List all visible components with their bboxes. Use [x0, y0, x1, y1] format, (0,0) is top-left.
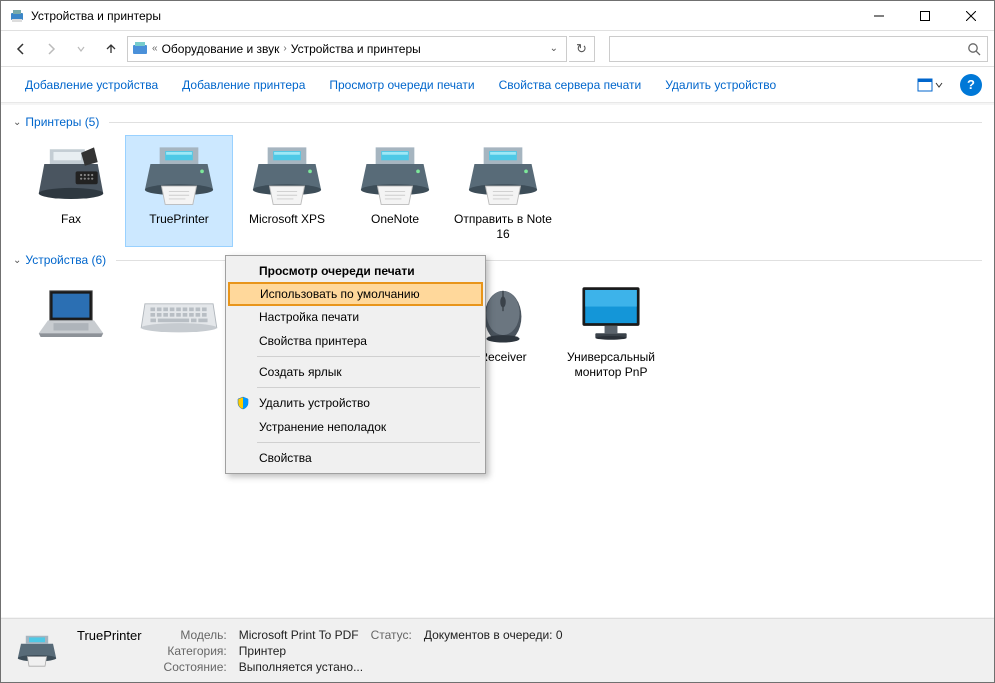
search-box[interactable]	[609, 36, 988, 62]
device-item[interactable]	[125, 273, 233, 385]
close-button[interactable]	[948, 1, 994, 31]
menu-item-view-queue[interactable]: Просмотр очереди печати	[229, 259, 482, 283]
breadcrumb-separator: «	[152, 43, 158, 54]
printer-item[interactable]: OneNote	[341, 135, 449, 247]
printer-icon	[353, 140, 437, 210]
status-status-value: Документов в очереди: 0	[424, 628, 563, 642]
menu-separator	[257, 356, 480, 357]
cmd-add-device[interactable]: Добавление устройства	[13, 67, 170, 103]
breadcrumb-part[interactable]: Оборудование и звук	[162, 42, 280, 56]
printer-icon	[461, 140, 545, 210]
context-menu: Просмотр очереди печати Использовать по …	[225, 255, 486, 474]
maximize-button[interactable]	[902, 1, 948, 31]
device-items: Receiver Универсальный монитор PnP	[11, 273, 984, 385]
content-area: ⌄ Принтеры (5) Fax TruePrinter Microsoft X…	[1, 105, 994, 617]
status-state-label: Состояние:	[164, 660, 227, 674]
chevron-right-icon: ›	[283, 43, 286, 54]
group-label: Устройства (6)	[25, 253, 106, 267]
menu-item-printer-props[interactable]: Свойства принтера	[229, 329, 482, 353]
cmd-add-printer[interactable]: Добавление принтера	[170, 67, 317, 103]
status-bar: TruePrinter Модель: Microsoft Print To P…	[1, 618, 994, 682]
menu-item-troubleshoot[interactable]: Устранение неполадок	[229, 415, 482, 439]
window-title: Устройства и принтеры	[31, 9, 856, 23]
shield-icon	[235, 395, 251, 411]
item-label: Отправить в Note 16	[454, 212, 552, 242]
menu-item-remove-device[interactable]: Удалить устройство	[229, 391, 482, 415]
menu-item-properties[interactable]: Свойства	[229, 446, 482, 470]
item-label: OneNote	[371, 212, 419, 227]
status-model-value: Microsoft Print To PDF	[239, 628, 359, 642]
printer-item[interactable]: TruePrinter	[125, 135, 233, 247]
printer-icon	[13, 630, 61, 672]
printer-item[interactable]: Microsoft XPS	[233, 135, 341, 247]
address-dropdown[interactable]: ⌄	[546, 43, 562, 54]
status-category-label: Категория:	[164, 644, 227, 658]
minimize-button[interactable]	[856, 1, 902, 31]
chevron-down-icon: ⌄	[13, 255, 21, 266]
group-header-printers[interactable]: ⌄ Принтеры (5)	[11, 109, 984, 135]
item-label: Универсальный монитор PnP	[562, 350, 660, 380]
printer-items: Fax TruePrinter Microsoft XPS OneNote Отправ…	[11, 135, 984, 247]
chevron-down-icon: ⌄	[13, 117, 21, 128]
status-model-label: Модель:	[164, 628, 227, 642]
monitor-icon	[569, 278, 653, 348]
search-input[interactable]	[616, 42, 967, 56]
forward-button[interactable]	[37, 35, 65, 63]
printer-item[interactable]: Fax	[17, 135, 125, 247]
item-label: Microsoft XPS	[249, 212, 325, 227]
titlebar: Устройства и принтеры	[1, 1, 994, 31]
status-name: TruePrinter	[77, 628, 152, 643]
up-button[interactable]	[97, 35, 125, 63]
menu-item-set-default[interactable]: Использовать по умолчанию	[228, 282, 483, 306]
keyboard-icon	[137, 278, 221, 348]
cmd-view-queue[interactable]: Просмотр очереди печати	[317, 67, 486, 103]
breadcrumb-part[interactable]: Устройства и принтеры	[291, 42, 421, 56]
status-category-value: Принтер	[239, 644, 563, 658]
item-label: Receiver	[479, 350, 526, 365]
menu-separator	[257, 442, 480, 443]
status-info: TruePrinter Модель: Microsoft Print To P…	[77, 628, 563, 674]
menu-separator	[257, 387, 480, 388]
printer-icon	[137, 140, 221, 210]
item-label: TruePrinter	[149, 212, 209, 227]
devices-and-printers-icon	[9, 8, 25, 24]
group-label: Принтеры (5)	[25, 115, 99, 129]
menu-item-create-shortcut[interactable]: Создать ярлык	[229, 360, 482, 384]
item-label: Fax	[61, 212, 81, 227]
printer-item[interactable]: Отправить в Note 16	[449, 135, 557, 247]
command-bar: Добавление устройства Добавление принтер…	[1, 67, 994, 103]
search-icon[interactable]	[967, 42, 981, 56]
printer-icon	[245, 140, 329, 210]
laptop-icon	[29, 278, 113, 348]
status-state-value: Выполняется устано...	[239, 660, 563, 674]
view-mode-button[interactable]	[910, 71, 950, 99]
cmd-remove-device[interactable]: Удалить устройство	[653, 67, 788, 103]
help-button[interactable]: ?	[960, 74, 982, 96]
cmd-server-props[interactable]: Свойства сервера печати	[487, 67, 654, 103]
device-item[interactable]	[17, 273, 125, 385]
fax-icon	[29, 140, 113, 210]
recent-dropdown[interactable]	[67, 35, 95, 63]
group-header-devices[interactable]: ⌄ Устройства (6)	[11, 247, 984, 273]
menu-item-print-prefs[interactable]: Настройка печати	[229, 305, 482, 329]
refresh-button[interactable]: ↻	[569, 36, 595, 62]
navbar: « Оборудование и звук › Устройства и при…	[1, 31, 994, 67]
device-item[interactable]: Универсальный монитор PnP	[557, 273, 665, 385]
back-button[interactable]	[7, 35, 35, 63]
status-status-label: Статус:	[371, 628, 412, 642]
address-bar[interactable]: « Оборудование и звук › Устройства и при…	[127, 36, 567, 62]
control-panel-icon	[132, 41, 148, 57]
